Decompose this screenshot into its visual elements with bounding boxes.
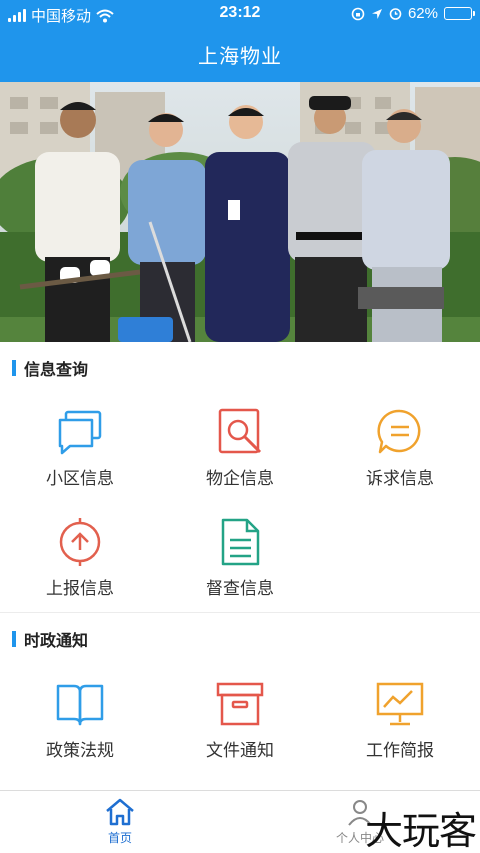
menu-item-policy-regulations[interactable]: 政策法规 xyxy=(0,678,160,778)
menu-item-label: 上报信息 xyxy=(46,579,114,598)
battery-percent: 62% xyxy=(407,5,438,22)
menu-item-file-notice[interactable]: 文件通知 xyxy=(160,678,320,778)
menu-item-inspection-info[interactable]: 督查信息 xyxy=(160,516,320,616)
menu-item-label: 督查信息 xyxy=(206,579,274,598)
watermark-logo: 大玩客 xyxy=(364,809,477,853)
location-icon xyxy=(371,8,382,19)
menu-item-community-info[interactable]: 小区信息 xyxy=(0,406,160,506)
tab-label: 首页 xyxy=(107,831,132,845)
section-title: 时政通知 xyxy=(24,633,89,650)
alarm-icon xyxy=(389,8,402,20)
archive-box-icon xyxy=(216,682,264,726)
banner-image[interactable] xyxy=(0,82,480,342)
battery-icon xyxy=(444,7,475,20)
app-header: 中国移动 23:12 62% 上海物业 xyxy=(0,0,480,82)
section-header-notices: 时政通知 xyxy=(0,621,480,657)
menu-item-label: 诉求信息 xyxy=(366,469,434,488)
menu-item-label: 政策法规 xyxy=(46,741,114,760)
section-marker xyxy=(12,631,16,647)
menu-item-work-briefing[interactable]: 工作简报 xyxy=(320,678,480,778)
book-icon xyxy=(56,684,104,726)
section-header-info-query: 信息查询 xyxy=(0,350,480,386)
menu-item-label: 小区信息 xyxy=(46,469,114,488)
menu-item-complaint-info[interactable]: 诉求信息 xyxy=(320,406,480,506)
menu-item-label: 文件通知 xyxy=(206,741,274,760)
section-marker xyxy=(12,360,16,376)
tab-home[interactable]: 首页 xyxy=(60,797,180,846)
document-icon xyxy=(221,518,260,566)
rotation-lock-icon xyxy=(351,7,365,20)
upload-circle-icon xyxy=(59,518,101,566)
search-doc-icon xyxy=(218,408,262,454)
menu-item-report-info[interactable]: 上报信息 xyxy=(0,516,160,616)
menu-item-label: 工作简报 xyxy=(366,741,434,760)
presentation-icon xyxy=(376,682,424,726)
staff-group-photo xyxy=(0,82,480,342)
status-bar: 中国移动 23:12 62% xyxy=(0,0,480,28)
message-icon xyxy=(377,409,421,454)
home-icon xyxy=(106,798,134,826)
chat-bubbles-icon xyxy=(58,410,102,455)
menu-item-company-info[interactable]: 物企信息 xyxy=(160,406,320,506)
section-divider xyxy=(0,612,480,613)
menu-item-label: 物企信息 xyxy=(206,469,274,488)
page-title: 上海物业 xyxy=(198,46,282,68)
section-title: 信息查询 xyxy=(24,362,89,379)
